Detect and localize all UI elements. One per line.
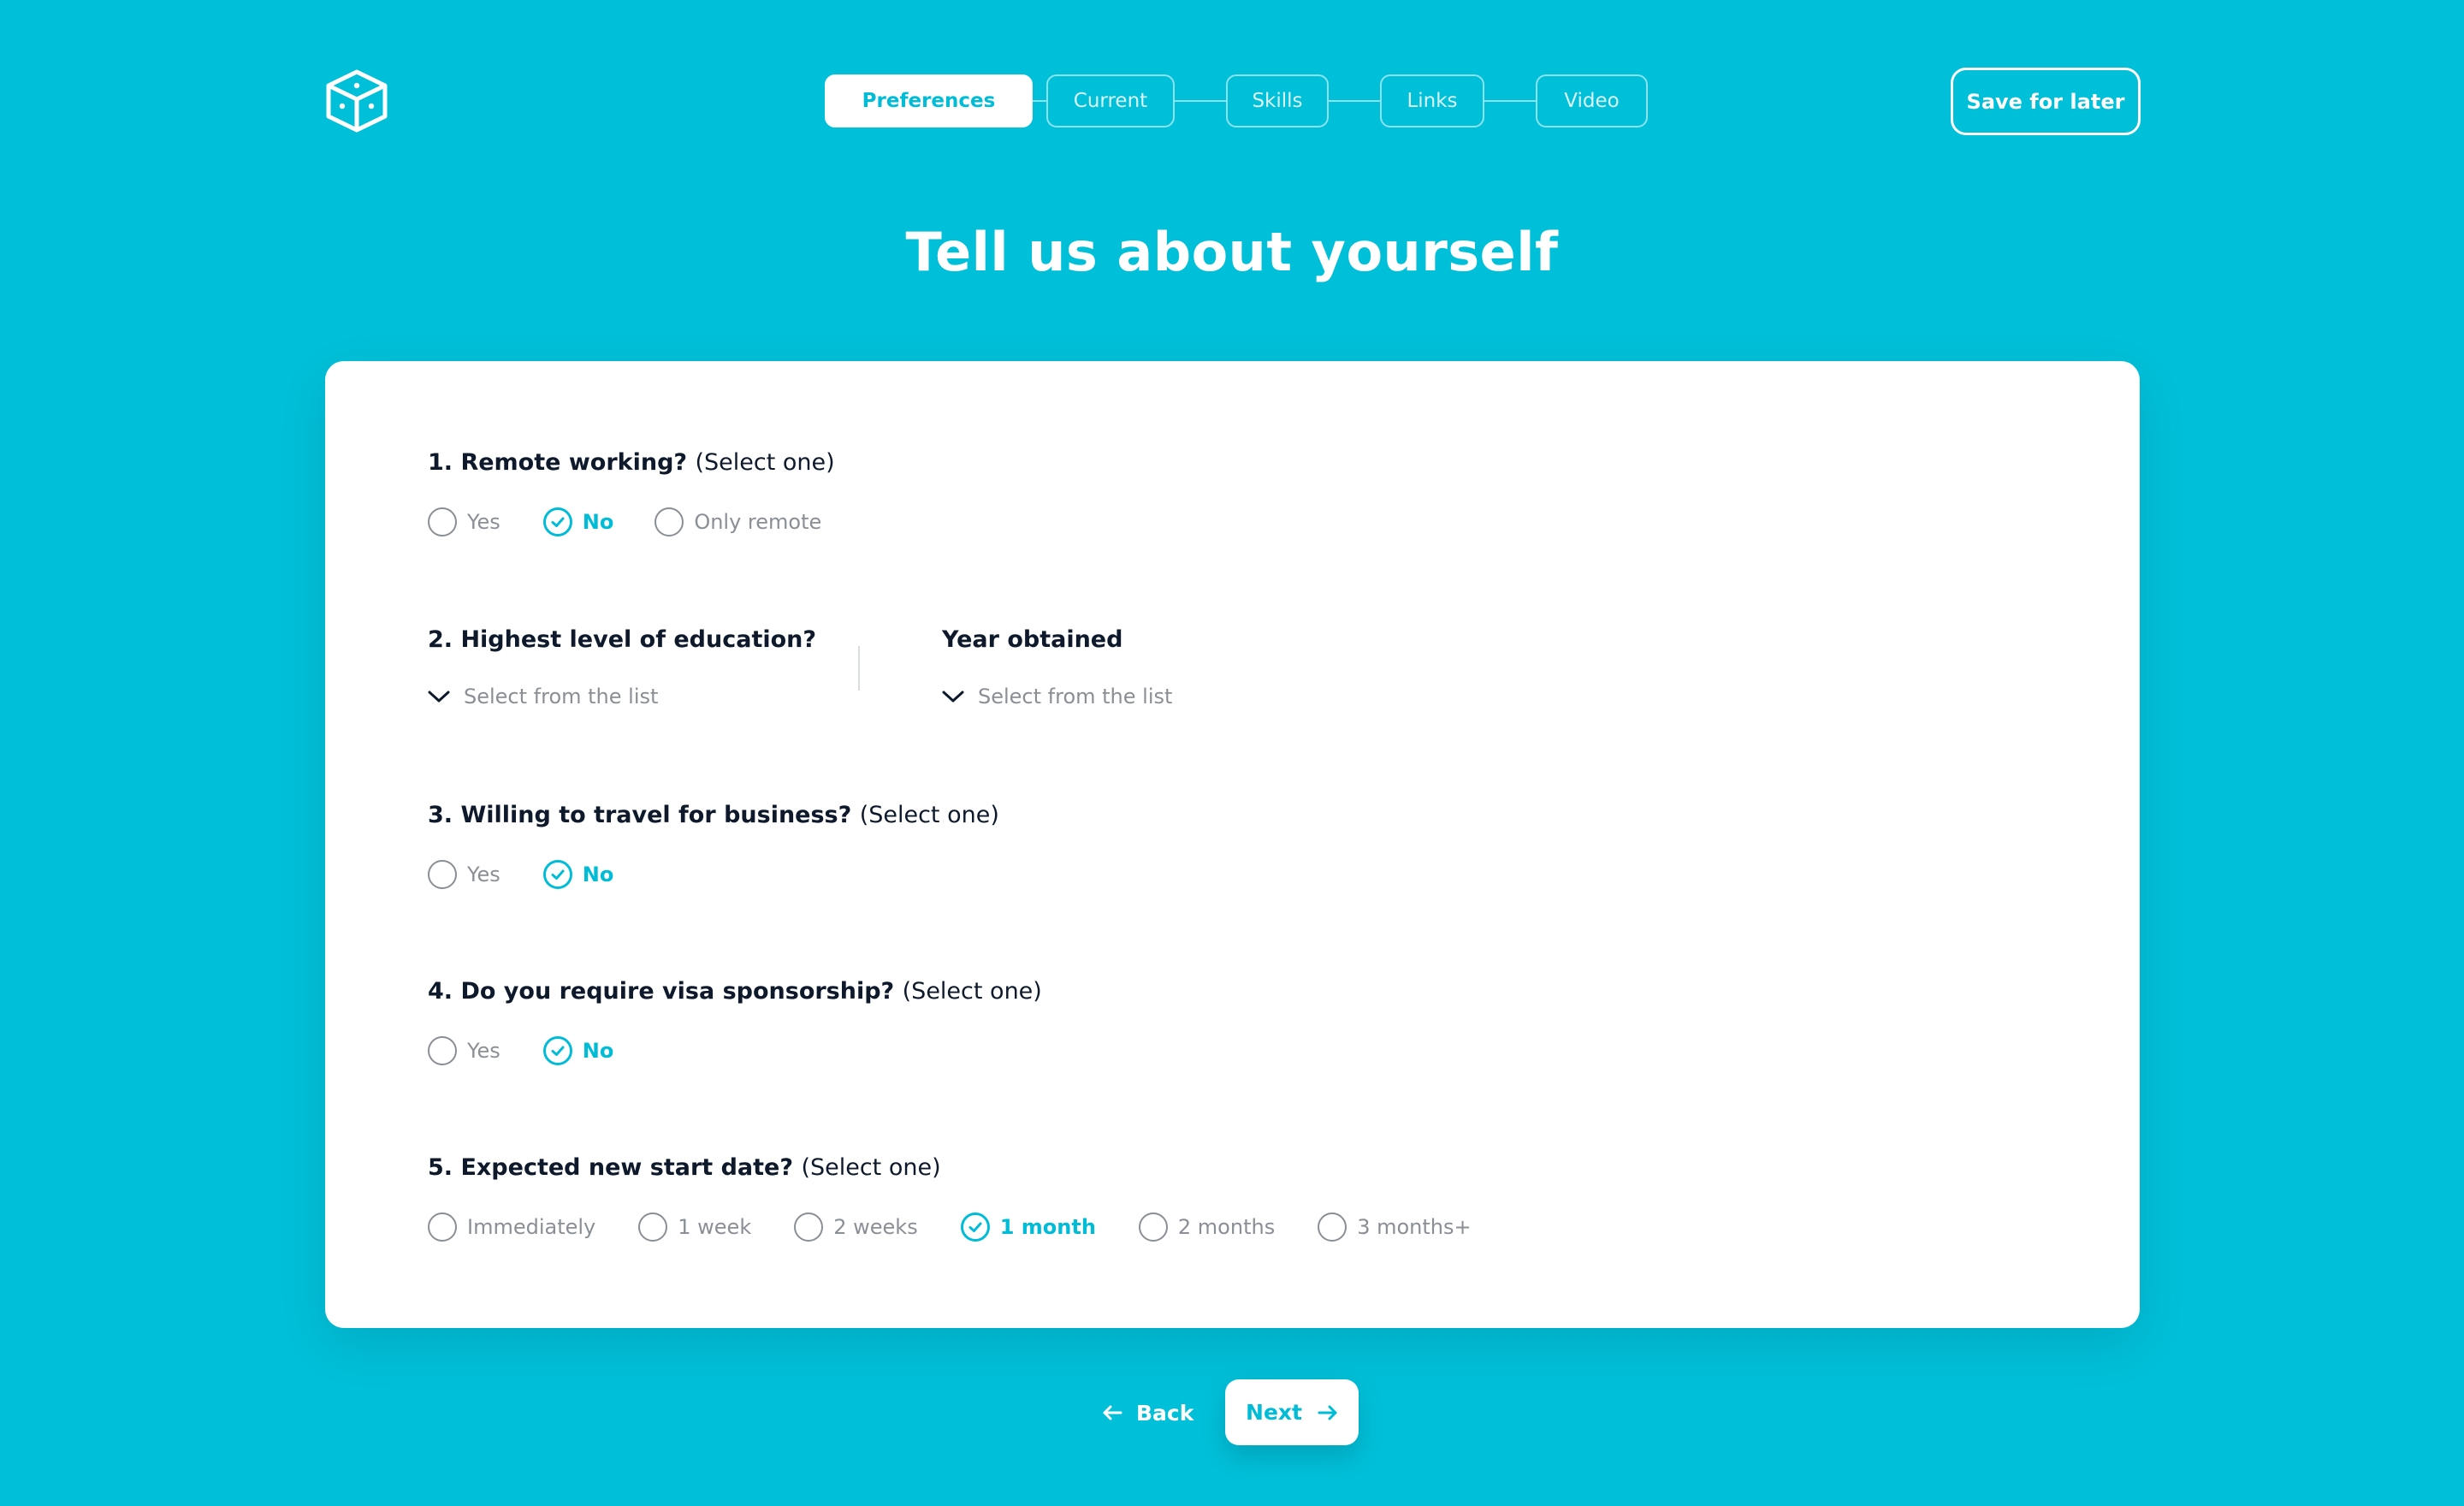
question-visa: 4. Do you require visa sponsorship? (Sel… (428, 978, 1042, 1065)
radio-option-yes[interactable]: Yes (428, 1036, 500, 1065)
radio-checked-icon[interactable] (960, 1213, 990, 1242)
education-select[interactable]: Select from the list (428, 685, 816, 709)
option-label: 1 month (999, 1215, 1096, 1239)
question-hint: (Select one) (902, 978, 1042, 1005)
question-remote-working: 1. Remote working? (Select one) Yes No O… (428, 449, 864, 537)
question-title: 4. Do you require visa sponsorship? (428, 978, 895, 1005)
save-for-later-button[interactable]: Save for later (1951, 68, 2141, 135)
radio-group: Yes No (428, 860, 999, 889)
radio-option-no[interactable]: No (542, 507, 614, 537)
question-title: 1. Remote working? (428, 449, 688, 476)
option-label: 3 months+ (1357, 1215, 1472, 1239)
question-start-date: 5. Expected new start date? (Select one)… (428, 1154, 1514, 1242)
radio-option-3-months-plus[interactable]: 3 months+ (1318, 1213, 1472, 1242)
select-placeholder: Select from the list (978, 685, 1173, 709)
question-title: 2. Highest level of education? (428, 626, 817, 653)
progress-steps: Preferences Current Skills Links Video (825, 74, 1648, 127)
step-connector (1175, 100, 1226, 102)
arrow-right-icon (1318, 1405, 1337, 1420)
option-label: Yes (467, 510, 500, 534)
radio-group: Yes No Only remote (428, 507, 864, 537)
step-preferences[interactable]: Preferences (825, 74, 1033, 127)
option-label: 2 weeks (833, 1215, 918, 1239)
radio-option-no[interactable]: No (542, 1036, 614, 1065)
question-label: 3. Willing to travel for business? (Sele… (428, 802, 999, 828)
option-label: 1 week (678, 1215, 752, 1239)
question-label: 5. Expected new start date? (Select one) (428, 1154, 1514, 1181)
radio-checked-icon[interactable] (542, 507, 572, 537)
radio-unchecked-icon[interactable] (1318, 1213, 1348, 1242)
radio-unchecked-icon[interactable] (794, 1213, 824, 1242)
chevron-down-icon (428, 691, 450, 703)
step-connector (1484, 100, 1536, 102)
step-connector (1033, 100, 1046, 102)
question-hint: (Select one) (695, 449, 835, 476)
page-title: Tell us about yourself (905, 221, 1559, 283)
radio-option-yes[interactable]: Yes (428, 507, 500, 537)
cube-icon[interactable] (325, 68, 388, 133)
radio-group: Yes No (428, 1036, 1042, 1065)
step-video[interactable]: Video (1536, 74, 1648, 127)
option-label: Immediately (467, 1215, 596, 1239)
question-label: 1. Remote working? (Select one) (428, 449, 864, 476)
option-label: No (582, 1039, 614, 1063)
option-label: No (582, 510, 614, 534)
question-year-obtained: Year obtained Select from the list (942, 626, 1172, 709)
radio-option-no[interactable]: No (542, 860, 614, 889)
step-current[interactable]: Current (1046, 74, 1175, 127)
next-button[interactable]: Next (1225, 1379, 1359, 1445)
select-placeholder: Select from the list (464, 685, 659, 709)
questionnaire-card: 1. Remote working? (Select one) Yes No O… (325, 361, 2140, 1328)
step-connector (1329, 100, 1380, 102)
option-label: No (582, 863, 614, 886)
radio-option-2-months[interactable]: 2 months (1138, 1213, 1276, 1242)
radio-option-1-week[interactable]: 1 week (638, 1213, 751, 1242)
radio-unchecked-icon[interactable] (638, 1213, 668, 1242)
option-label: Yes (467, 1039, 500, 1063)
option-label: 2 months (1177, 1215, 1276, 1239)
question-title: 3. Willing to travel for business? (428, 802, 852, 828)
radio-unchecked-icon[interactable] (428, 860, 457, 889)
page: Preferences Current Skills Links Video S… (0, 0, 2464, 1506)
radio-checked-icon[interactable] (542, 1036, 572, 1065)
year-select[interactable]: Select from the list (942, 685, 1172, 709)
radio-group: Immediately 1 week 2 weeks 1 month 2 mon… (428, 1213, 1514, 1242)
question-hint: (Select one) (801, 1154, 941, 1181)
step-links[interactable]: Links (1380, 74, 1484, 127)
radio-option-yes[interactable]: Yes (428, 860, 500, 889)
chevron-down-icon (942, 691, 964, 703)
radio-unchecked-icon[interactable] (428, 507, 457, 537)
question-travel: 3. Willing to travel for business? (Sele… (428, 802, 999, 889)
option-label: Only remote (694, 510, 822, 534)
divider (858, 646, 860, 691)
radio-option-immediately[interactable]: Immediately (428, 1213, 595, 1242)
radio-unchecked-icon[interactable] (654, 507, 684, 537)
back-button[interactable]: Back (1102, 1391, 1194, 1434)
question-title: 5. Expected new start date? (428, 1154, 794, 1181)
radio-option-only-remote[interactable]: Only remote (654, 507, 821, 537)
radio-unchecked-icon[interactable] (1138, 1213, 1168, 1242)
radio-option-2-weeks[interactable]: 2 weeks (794, 1213, 918, 1242)
next-label: Next (1246, 1400, 1302, 1425)
radio-checked-icon[interactable] (542, 860, 572, 889)
radio-unchecked-icon[interactable] (428, 1213, 457, 1242)
step-skills[interactable]: Skills (1226, 74, 1329, 127)
back-label: Back (1136, 1400, 1194, 1426)
question-hint: (Select one) (859, 802, 999, 828)
question-education: 2. Highest level of education? Select fr… (428, 626, 816, 709)
arrow-left-icon (1103, 1405, 1122, 1420)
radio-option-1-month[interactable]: 1 month (960, 1213, 1096, 1242)
radio-unchecked-icon[interactable] (428, 1036, 457, 1065)
option-label: Yes (467, 863, 500, 886)
question-label: 4. Do you require visa sponsorship? (Sel… (428, 978, 1042, 1005)
question-title: Year obtained (942, 626, 1123, 653)
